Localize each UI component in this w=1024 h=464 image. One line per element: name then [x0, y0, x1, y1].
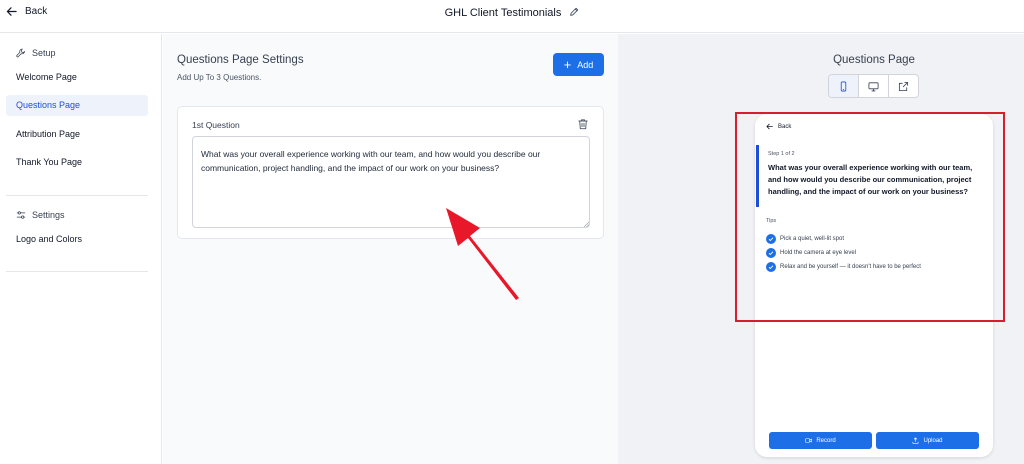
preview-title: Questions Page — [833, 54, 915, 66]
page-title: GHL Client Testimonials — [0, 7, 1024, 19]
question-label: 1st Question — [192, 120, 240, 130]
sidebar-item-welcome-page[interactable]: Welcome Page — [6, 67, 148, 88]
settings-heading-label: Settings — [32, 210, 65, 220]
section-heading: Questions Page Settings — [177, 54, 304, 66]
record-label: Record — [816, 437, 836, 444]
upload-button[interactable]: Upload — [876, 432, 979, 449]
monitor-icon — [868, 81, 879, 91]
page-title-text: GHL Client Testimonials — [444, 7, 562, 19]
add-button-label: Add — [577, 59, 594, 70]
sidebar-item-thank-you-page[interactable]: Thank You Page — [6, 152, 148, 173]
pencil-icon[interactable] — [569, 7, 579, 17]
upload-label: Upload — [923, 437, 943, 444]
sidebar-item-logo-and-colors[interactable]: Logo and Colors — [6, 229, 148, 250]
check-circle-icon — [766, 248, 776, 258]
question-accent-bar — [756, 145, 759, 207]
tip-text: Pick a quiet, well-lit spot — [780, 236, 845, 242]
upload-icon — [913, 437, 919, 444]
trash-icon[interactable] — [577, 118, 589, 130]
wrench-icon — [16, 48, 25, 58]
tip-item: Relax and be yourself — it doesn't have … — [766, 262, 921, 272]
tip-text: Hold the camera at eye level — [780, 250, 857, 256]
setup-heading-label: Setup — [32, 48, 56, 58]
preview-question: What was your overall experience working… — [768, 163, 973, 196]
question-card: 1st Question What was your overall exper… — [177, 106, 604, 239]
step-indicator: Step 1 of 2 — [768, 151, 795, 157]
device-toggle — [828, 74, 919, 98]
desktop-view-toggle[interactable] — [859, 75, 889, 97]
section-subheading: Add Up To 3 Questions. — [177, 73, 262, 82]
sidebar-item-attribution-page[interactable]: Attribution Page — [6, 124, 148, 145]
sidebar-item-questions-page[interactable]: Questions Page — [6, 95, 148, 116]
sidebar-divider — [6, 271, 148, 272]
sliders-icon — [16, 211, 26, 219]
tips-label: Tips — [766, 218, 777, 224]
plus-icon: + — [563, 57, 572, 72]
settings-heading: Settings — [16, 210, 65, 220]
question-textarea[interactable]: What was your overall experience working… — [192, 136, 590, 228]
tip-item: Hold the camera at eye level — [766, 248, 856, 258]
video-camera-icon — [805, 438, 813, 443]
sidebar-divider — [6, 195, 148, 196]
resize-handle-icon[interactable] — [583, 221, 589, 227]
sidebar: Setup Welcome Page Questions Page Attrib… — [0, 34, 162, 464]
check-circle-icon — [766, 262, 776, 272]
preview-back-label: Back — [778, 123, 792, 130]
record-button[interactable]: Record — [769, 432, 872, 449]
tip-text: Relax and be yourself — it doesn't have … — [780, 264, 921, 270]
questions-settings-panel: Questions Page Settings Add Up To 3 Ques… — [163, 34, 618, 464]
mobile-view-toggle[interactable] — [829, 75, 859, 97]
preview-back-button[interactable]: Back — [766, 123, 791, 130]
phone-icon — [840, 81, 847, 91]
open-external-toggle[interactable] — [889, 75, 918, 97]
add-question-button[interactable]: + Add — [553, 53, 604, 76]
tip-item: Pick a quiet, well-lit spot — [766, 234, 844, 244]
setup-heading: Setup — [16, 48, 56, 58]
phone-preview: Back Step 1 of 2 What was your overall e… — [755, 114, 993, 457]
arrow-left-icon — [766, 123, 773, 130]
check-circle-icon — [766, 234, 776, 244]
top-bar: Back GHL Client Testimonials — [0, 0, 1024, 33]
preview-panel: Questions Page Back Step 1 of 2 What was… — [618, 34, 1024, 464]
external-link-icon — [898, 81, 909, 91]
